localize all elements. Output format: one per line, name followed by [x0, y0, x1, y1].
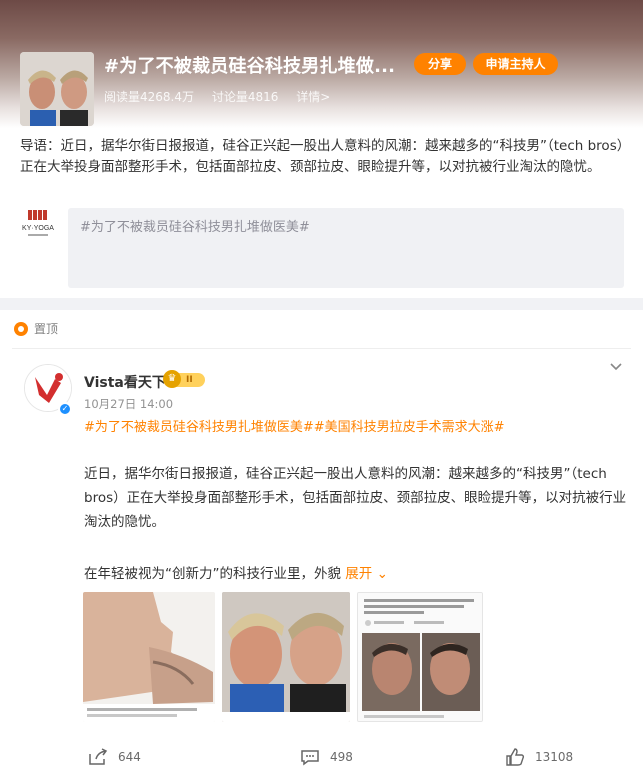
post-image-1[interactable] [83, 592, 215, 722]
chevron-down-icon[interactable] [608, 358, 624, 374]
action-bar: 644 498 13108 [0, 748, 643, 772]
post-image-2[interactable] [222, 592, 350, 722]
like-count: 13108 [535, 750, 574, 764]
user-logo: KY·YOGA [20, 208, 56, 244]
comment-icon [301, 750, 319, 766]
share-icon [89, 748, 108, 765]
crown-icon: ♛ [163, 370, 181, 388]
post-card: 置顶 ✓ Vista看天下 ♛ II 10月27日 14:00 #为了不被裁员硅… [0, 310, 643, 775]
topic-header-card: #为了不被裁员硅谷科技男扎堆做... 分享 申请主持人 阅读量4268.4万 讨… [0, 0, 643, 298]
repost-count: 644 [118, 750, 141, 764]
post-body-continued: 在年轻被视为“创新力”的科技行业里，外貌 展开 ⌄ [84, 562, 388, 582]
topic-intro: 导语：近日，据华尔街日报报道，硅谷正兴起一股出人意料的风潮：越来越多的“科技男”… [20, 138, 624, 175]
topic-thumbnail[interactable] [20, 52, 94, 126]
expand-label[interactable]: 展开 [345, 566, 372, 582]
topic-stats: 阅读量4268.4万 讨论量4816 详情> [104, 88, 344, 105]
read-count: 阅读量4268.4万 [104, 90, 194, 104]
pin-icon [14, 321, 28, 336]
comment-count: 498 [330, 750, 353, 764]
post-time[interactable]: 10月27日 14:00 [84, 396, 173, 412]
post-body-tail: 在年轻被视为“创新力”的科技行业里，外貌 [84, 566, 341, 582]
author-name[interactable]: Vista看天下 [84, 372, 166, 392]
divider [12, 348, 631, 349]
apply-host-button[interactable]: 申请主持人 [473, 53, 558, 75]
topic-title: #为了不被裁员硅谷科技男扎堆做... [104, 56, 396, 77]
post-image-3[interactable] [357, 592, 483, 722]
like-button[interactable]: 13108 [505, 748, 573, 766]
details-link[interactable]: 详情> [296, 90, 330, 104]
repost-button[interactable]: 644 [88, 748, 141, 766]
share-button[interactable]: 分享 [414, 53, 466, 75]
expand-link[interactable]: 展开 ⌄ [345, 566, 388, 582]
badge-level: II [186, 375, 193, 385]
pinned-indicator: 置顶 [14, 320, 58, 337]
post-editor[interactable]: #为了不被裁员硅谷科技男扎堆做医美# [68, 208, 624, 288]
discussion-count: 讨论量4816 [211, 90, 279, 104]
post-body: 近日，据华尔街日报报道，硅谷正兴起一股出人意料的风潮：越来越多的“科技男”（te… [84, 466, 627, 530]
like-icon [506, 748, 525, 766]
verified-icon: ✓ [58, 402, 72, 416]
post-tags[interactable]: #为了不被裁员硅谷科技男扎堆做医美##美国科技男拉皮手术需求大涨# [84, 416, 505, 435]
comment-button[interactable]: 498 [300, 748, 353, 766]
logo-text: KY·YOGA [22, 225, 54, 232]
pinned-label: 置顶 [34, 322, 59, 336]
